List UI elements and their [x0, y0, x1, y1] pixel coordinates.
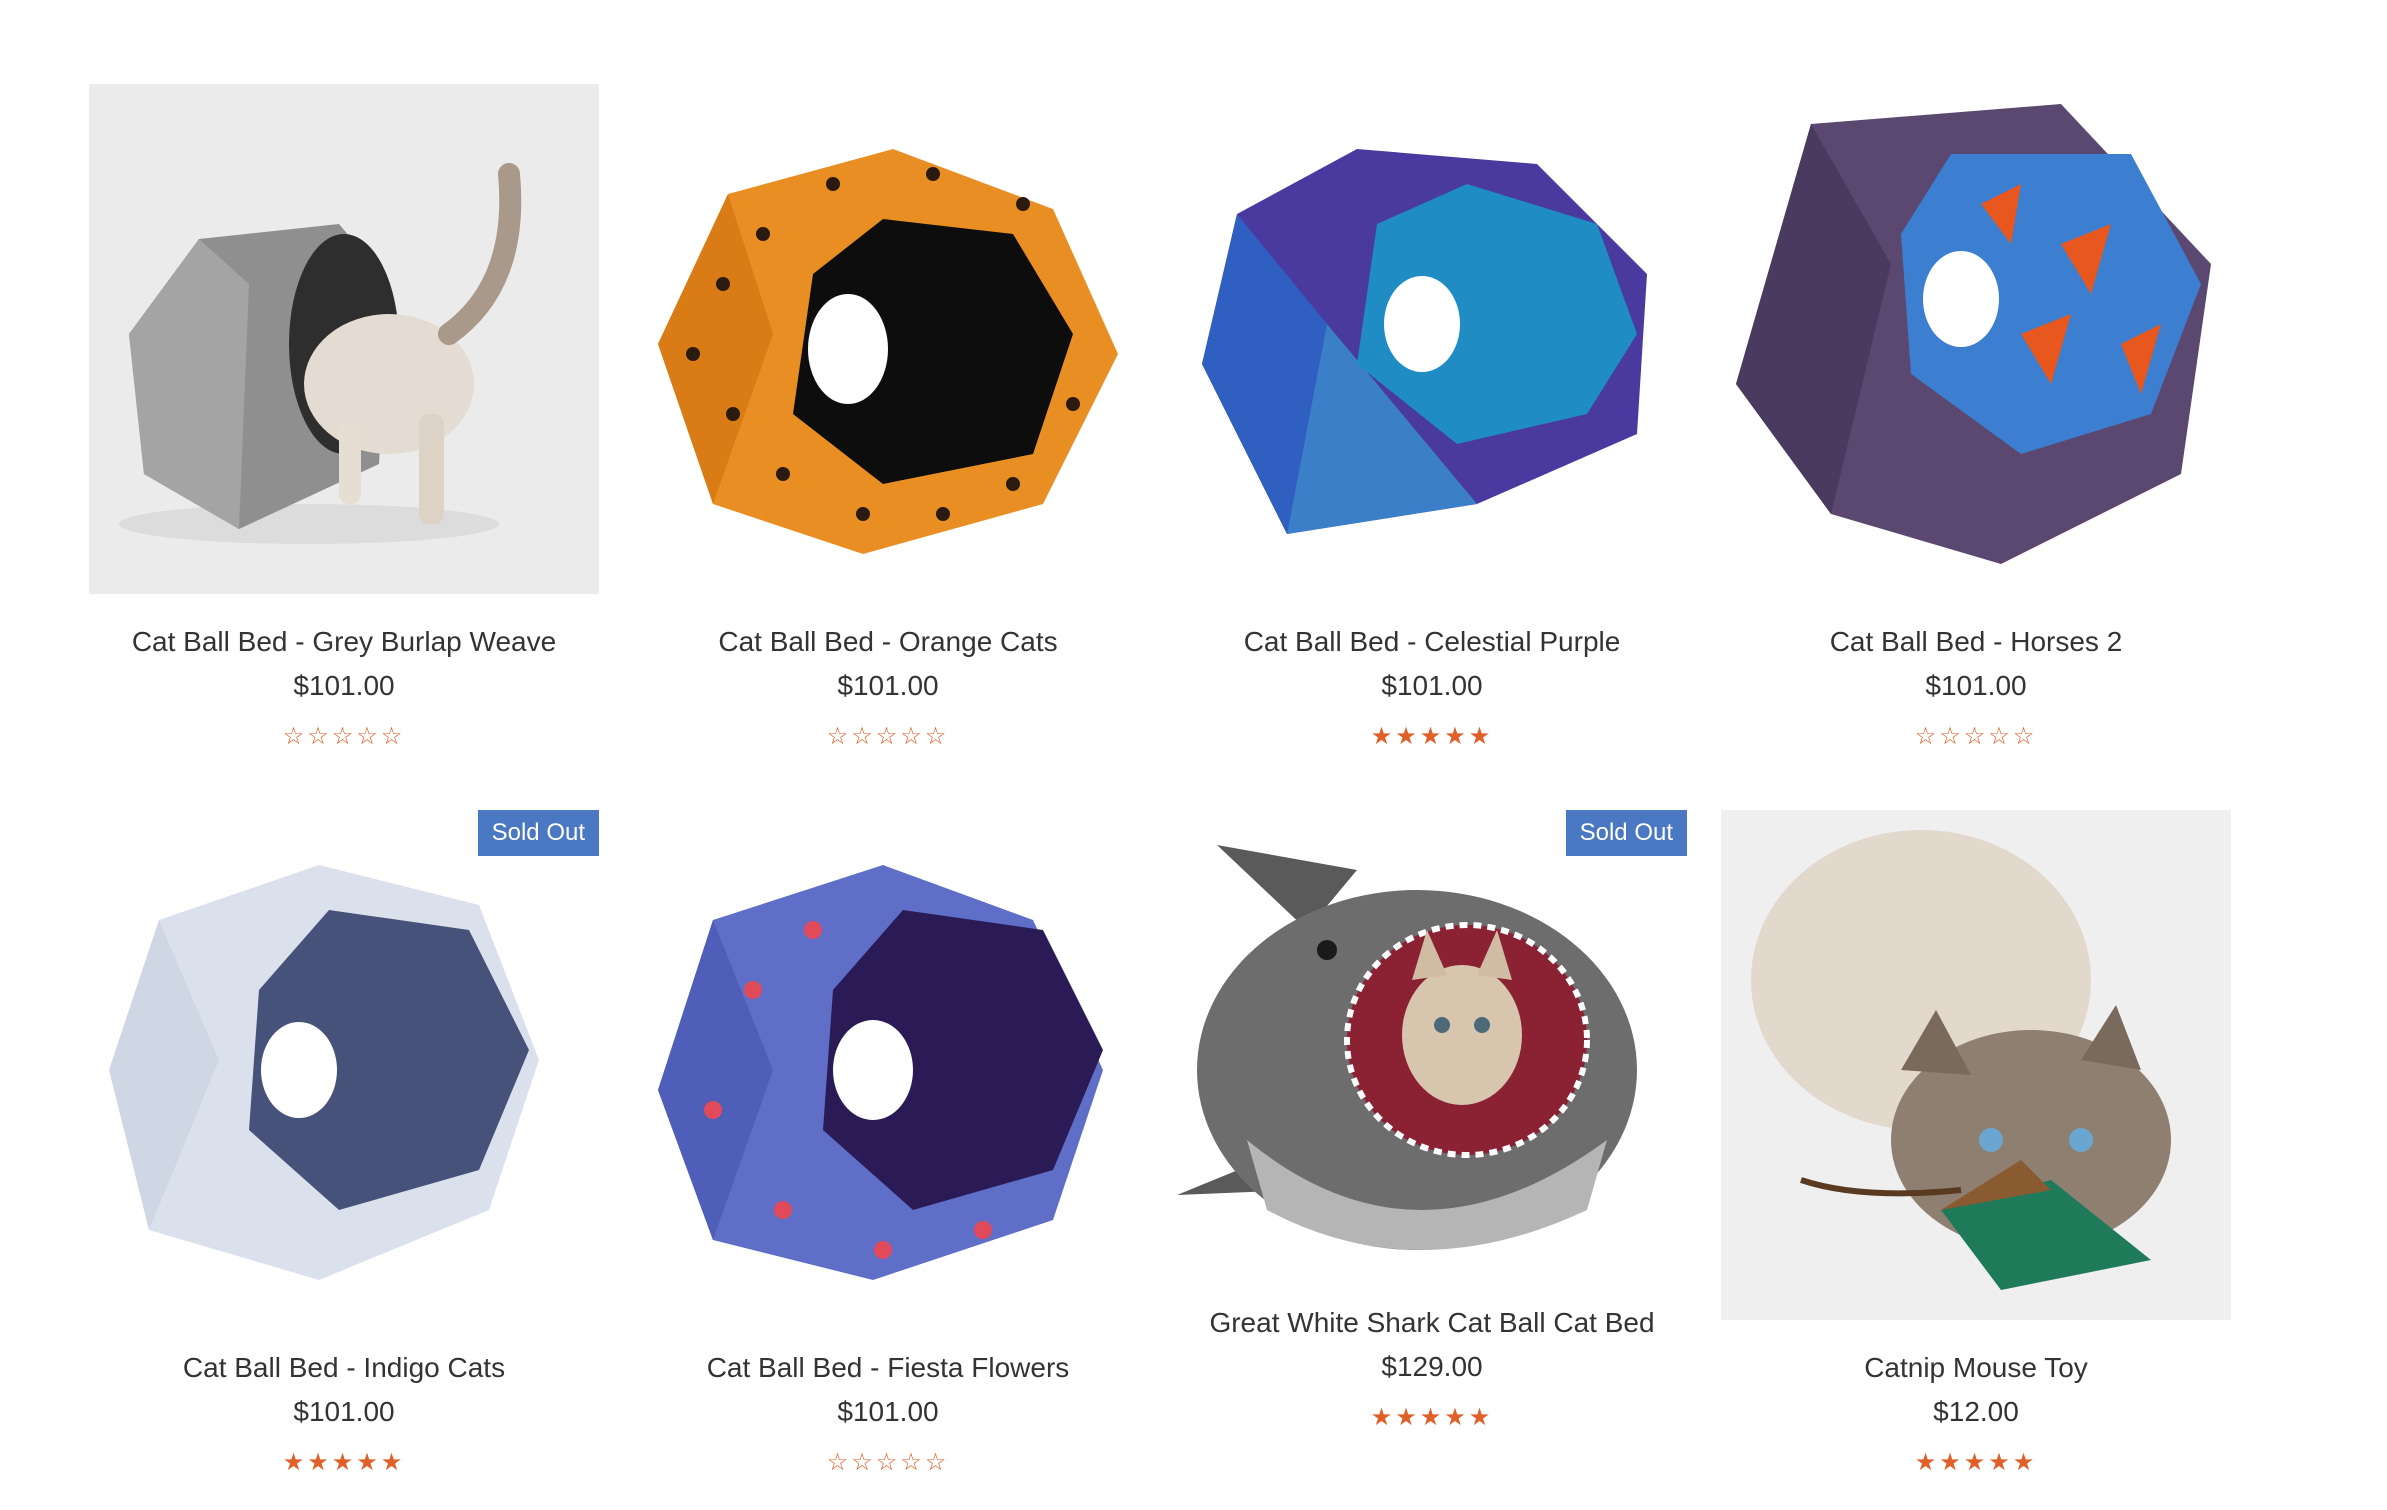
star-filled-icon: ★ [1370, 1404, 1396, 1431]
star-filled-icon: ★ [1444, 723, 1469, 750]
star-empty-icon: ☆ [900, 723, 925, 750]
star-empty-icon: ☆ [851, 1449, 876, 1476]
star-filled-icon: ★ [356, 1449, 381, 1476]
star-filled-icon: ★ [331, 1449, 357, 1476]
product-card[interactable]: Sold Out Great White Shark Cat Ball Cat … [1177, 810, 1687, 1433]
star-filled-icon: ★ [1914, 1449, 1940, 1476]
product-price: $129.00 [1381, 1351, 1483, 1382]
product-card[interactable]: Cat Ball Bed - Orange Cats $101.00 ☆☆☆☆☆ [633, 84, 1143, 752]
product-title[interactable]: Cat Ball Bed - Grey Burlap Weave [89, 624, 599, 660]
product-price: $101.00 [837, 1396, 939, 1427]
product-image[interactable]: Sold Out [89, 810, 599, 1320]
star-filled-icon: ★ [1468, 723, 1494, 750]
product-price: $101.00 [1925, 670, 2027, 701]
sold-out-badge: Sold Out [1565, 810, 1687, 856]
product-title[interactable]: Cat Ball Bed - Orange Cats [633, 624, 1143, 660]
star-empty-icon: ☆ [282, 723, 308, 750]
star-filled-icon: ★ [1468, 1404, 1494, 1431]
product-card[interactable]: Catnip Mouse Toy $12.00 ★★★★★ [1721, 810, 2231, 1478]
product-title[interactable]: Cat Ball Bed - Indigo Cats [89, 1350, 599, 1386]
star-rating: ★★★★★ [1721, 1448, 2231, 1478]
star-rating: ☆☆☆☆☆ [633, 1448, 1143, 1478]
product-title[interactable]: Great White Shark Cat Ball Cat Bed [1177, 1305, 1687, 1341]
star-rating: ☆☆☆☆☆ [1721, 722, 2231, 752]
star-empty-icon: ☆ [826, 1449, 852, 1476]
sold-out-badge: Sold Out [477, 810, 599, 856]
star-empty-icon: ☆ [851, 723, 876, 750]
star-filled-icon: ★ [1419, 723, 1445, 750]
product-image[interactable] [1177, 84, 1687, 594]
star-empty-icon: ☆ [1988, 723, 2013, 750]
star-empty-icon: ☆ [1914, 723, 1940, 750]
star-empty-icon: ☆ [331, 723, 357, 750]
star-filled-icon: ★ [307, 1449, 332, 1476]
product-title[interactable]: Catnip Mouse Toy [1721, 1350, 2231, 1386]
product-price: $101.00 [293, 1396, 395, 1427]
product-title[interactable]: Cat Ball Bed - Horses 2 [1721, 624, 2231, 660]
star-filled-icon: ★ [1395, 723, 1420, 750]
star-empty-icon: ☆ [900, 1449, 925, 1476]
star-filled-icon: ★ [1939, 1449, 1964, 1476]
star-empty-icon: ☆ [924, 723, 950, 750]
product-image[interactable] [633, 84, 1143, 594]
product-image[interactable]: Sold Out [1177, 810, 1687, 1275]
star-filled-icon: ★ [2012, 1449, 2038, 1476]
star-rating: ☆☆☆☆☆ [89, 722, 599, 752]
star-filled-icon: ★ [1963, 1449, 1989, 1476]
star-empty-icon: ☆ [2012, 723, 2038, 750]
star-empty-icon: ☆ [356, 723, 381, 750]
product-image[interactable] [1721, 810, 2231, 1320]
product-card[interactable]: Cat Ball Bed - Fiesta Flowers $101.00 ☆☆… [633, 810, 1143, 1478]
star-filled-icon: ★ [1395, 1404, 1420, 1431]
product-grid: Cat Ball Bed - Grey Burlap Weave $101.00… [0, 0, 2387, 1510]
product-image[interactable] [89, 84, 599, 594]
star-empty-icon: ☆ [1963, 723, 1989, 750]
product-title[interactable]: Cat Ball Bed - Fiesta Flowers [633, 1350, 1143, 1386]
product-price: $101.00 [1381, 670, 1483, 701]
star-rating: ★★★★★ [1177, 722, 1687, 752]
star-filled-icon: ★ [380, 1449, 406, 1476]
product-card[interactable]: Cat Ball Bed - Celestial Purple $101.00 … [1177, 84, 1687, 752]
star-empty-icon: ☆ [307, 723, 332, 750]
star-empty-icon: ☆ [875, 1449, 901, 1476]
product-card[interactable]: Cat Ball Bed - Horses 2 $101.00 ☆☆☆☆☆ [1721, 84, 2231, 752]
product-price: $101.00 [837, 670, 939, 701]
star-filled-icon: ★ [282, 1449, 308, 1476]
product-image[interactable] [633, 810, 1143, 1320]
star-empty-icon: ☆ [826, 723, 852, 750]
product-price: $101.00 [293, 670, 395, 701]
star-filled-icon: ★ [1444, 1404, 1469, 1431]
star-empty-icon: ☆ [875, 723, 901, 750]
star-rating: ☆☆☆☆☆ [633, 722, 1143, 752]
star-filled-icon: ★ [1419, 1404, 1445, 1431]
product-image[interactable] [1721, 84, 2231, 594]
product-card[interactable]: Cat Ball Bed - Grey Burlap Weave $101.00… [89, 84, 599, 752]
star-filled-icon: ★ [1988, 1449, 2013, 1476]
star-empty-icon: ☆ [1939, 723, 1964, 750]
product-price: $12.00 [1933, 1396, 2019, 1427]
product-card[interactable]: Sold Out Cat Ball Bed - Indigo Cats $101… [89, 810, 599, 1478]
star-rating: ★★★★★ [1177, 1403, 1687, 1433]
star-empty-icon: ☆ [380, 723, 406, 750]
star-empty-icon: ☆ [924, 1449, 950, 1476]
star-rating: ★★★★★ [89, 1448, 599, 1478]
product-title[interactable]: Cat Ball Bed - Celestial Purple [1177, 624, 1687, 660]
star-filled-icon: ★ [1370, 723, 1396, 750]
